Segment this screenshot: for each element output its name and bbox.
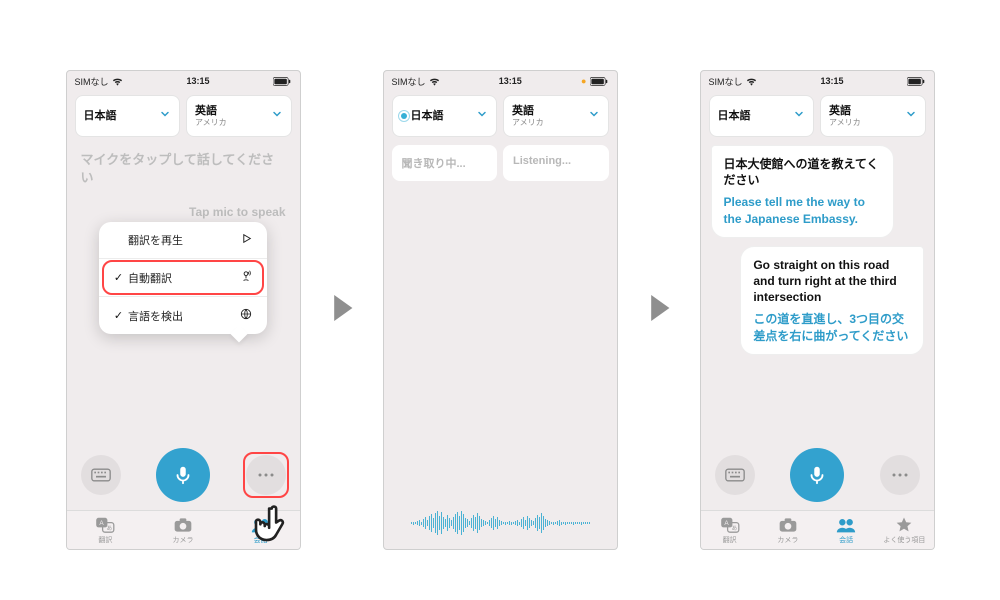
translate-icon: Aあ xyxy=(94,516,116,534)
source-language-card[interactable]: 日本語 xyxy=(75,95,181,137)
tab-translate[interactable]: Aあ 翻訳 xyxy=(67,511,145,549)
wifi-icon xyxy=(429,77,440,86)
target-language-sub: アメリカ xyxy=(512,118,544,127)
target-language-label: 英語 xyxy=(829,105,861,118)
tab-camera[interactable]: カメラ xyxy=(759,511,817,549)
message-translation: Please tell me the way to the Japanese E… xyxy=(724,194,881,226)
sim-status: SIMなし xyxy=(709,75,743,88)
message-translation: この道を直進し、3つ目の交差点を右に曲がってください xyxy=(753,311,910,343)
sim-status: SIMなし xyxy=(392,75,426,88)
camera-icon xyxy=(777,516,799,534)
tab-conversation[interactable]: 会話 xyxy=(817,511,875,549)
target-language-sub: アメリカ xyxy=(829,118,861,127)
bottom-controls xyxy=(701,440,934,510)
target-language-card[interactable]: 英語 アメリカ xyxy=(820,95,926,137)
battery-icon xyxy=(590,77,608,86)
message-source: Go straight on this road and turn right … xyxy=(753,257,910,306)
listening-card-en: Listening... xyxy=(503,145,609,181)
target-language-label: 英語 xyxy=(512,105,544,118)
keyboard-button[interactable] xyxy=(715,455,755,495)
message-bubble[interactable]: 日本大使館への道を教えてください Please tell me the way … xyxy=(711,145,894,238)
listening-row: 聞き取り中... Listening... xyxy=(384,141,617,185)
phone-screen-2: SIMなし 13:15 ● 日本語 英語 アメリカ xyxy=(383,70,618,550)
recording-indicator-icon: ● xyxy=(581,76,586,86)
target-language-sub: アメリカ xyxy=(195,118,227,127)
source-language-label: 日本語 xyxy=(411,110,444,123)
keyboard-button[interactable] xyxy=(81,455,121,495)
chevron-down-icon xyxy=(476,107,488,125)
bottom-controls xyxy=(67,440,300,510)
tab-translate[interactable]: Aあ 翻訳 xyxy=(701,511,759,549)
status-bar: SIMなし 13:15 xyxy=(67,71,300,91)
people-icon xyxy=(835,516,857,534)
prompt-area: マイクをタップして話してください Tap mic to speak xyxy=(67,141,300,229)
target-language-card[interactable]: 英語 アメリカ xyxy=(186,95,292,137)
chevron-down-icon xyxy=(271,107,283,125)
source-language-card[interactable]: 日本語 xyxy=(709,95,815,137)
tab-camera[interactable]: カメラ xyxy=(144,511,222,549)
prompt-text-jp: マイクをタップして話してください xyxy=(81,151,286,187)
language-selector-row: 日本語 英語 アメリカ xyxy=(67,91,300,141)
tab-conversation[interactable]: 会話 xyxy=(222,511,300,549)
svg-text:あ: あ xyxy=(731,525,737,532)
clock: 13:15 xyxy=(499,76,522,86)
check-icon: ✓ xyxy=(113,271,124,284)
wifi-icon xyxy=(746,77,757,86)
conversation-thread: 日本大使館への道を教えてください Please tell me the way … xyxy=(701,141,934,355)
people-icon xyxy=(250,516,272,534)
tab-bar: Aあ 翻訳 カメラ 会話 よく使う項目 xyxy=(701,510,934,549)
voice-icon xyxy=(239,269,253,286)
source-language-label: 日本語 xyxy=(718,110,751,123)
more-button[interactable] xyxy=(880,455,920,495)
chevron-down-icon xyxy=(793,107,805,125)
live-dot-icon xyxy=(401,113,407,119)
chevron-down-icon xyxy=(588,107,600,125)
wifi-icon xyxy=(112,77,123,86)
clock: 13:15 xyxy=(820,76,843,86)
target-language-label: 英語 xyxy=(195,105,227,118)
status-bar: SIMなし 13:15 xyxy=(701,71,934,91)
chevron-down-icon xyxy=(159,107,171,125)
phone-screen-3: SIMなし 13:15 日本語 英語 アメリカ xyxy=(700,70,935,550)
globe-icon xyxy=(239,307,253,324)
star-icon xyxy=(893,516,915,534)
source-language-card[interactable]: 日本語 xyxy=(392,95,498,137)
source-language-label: 日本語 xyxy=(84,110,117,123)
message-source: 日本大使館への道を教えてください xyxy=(724,156,881,188)
target-language-card[interactable]: 英語 アメリカ xyxy=(503,95,609,137)
status-bar: SIMなし 13:15 ● xyxy=(384,71,617,91)
flow-arrow-icon xyxy=(329,292,355,329)
prompt-text-en: Tap mic to speak xyxy=(81,187,286,219)
tab-favorites[interactable]: よく使う項目 xyxy=(875,511,933,549)
check-icon: ✓ xyxy=(113,309,124,322)
menu-item-auto-translate[interactable]: ✓自動翻訳 xyxy=(99,259,267,297)
sim-status: SIMなし xyxy=(75,75,109,88)
message-bubble[interactable]: Go straight on this road and turn right … xyxy=(740,246,923,355)
phone-screen-1: SIMなし 13:15 日本語 英語 アメリカ xyxy=(66,70,301,550)
menu-item-detect-language[interactable]: ✓言語を検出 xyxy=(99,297,267,334)
battery-icon xyxy=(273,77,291,86)
clock: 13:15 xyxy=(186,76,209,86)
language-selector-row: 日本語 英語 アメリカ xyxy=(701,91,934,141)
play-icon xyxy=(240,232,253,248)
listening-card-jp: 聞き取り中... xyxy=(392,145,498,181)
menu-item-play[interactable]: 翻訳を再生 xyxy=(99,222,267,259)
svg-text:あ: あ xyxy=(107,525,113,532)
svg-text:A: A xyxy=(724,520,729,527)
waveform xyxy=(392,505,609,541)
more-menu-popover: 翻訳を再生 ✓自動翻訳 ✓言語を検出 xyxy=(99,222,267,334)
mic-button[interactable] xyxy=(156,448,210,502)
battery-icon xyxy=(907,77,925,86)
more-button[interactable] xyxy=(246,455,286,495)
mic-button[interactable] xyxy=(790,448,844,502)
language-selector-row: 日本語 英語 アメリカ xyxy=(384,91,617,141)
svg-text:A: A xyxy=(100,520,105,527)
flow-arrow-icon xyxy=(646,292,672,329)
camera-icon xyxy=(172,516,194,534)
translate-icon: Aあ xyxy=(719,516,741,534)
tab-bar: Aあ 翻訳 カメラ 会話 xyxy=(67,510,300,549)
chevron-down-icon xyxy=(905,107,917,125)
